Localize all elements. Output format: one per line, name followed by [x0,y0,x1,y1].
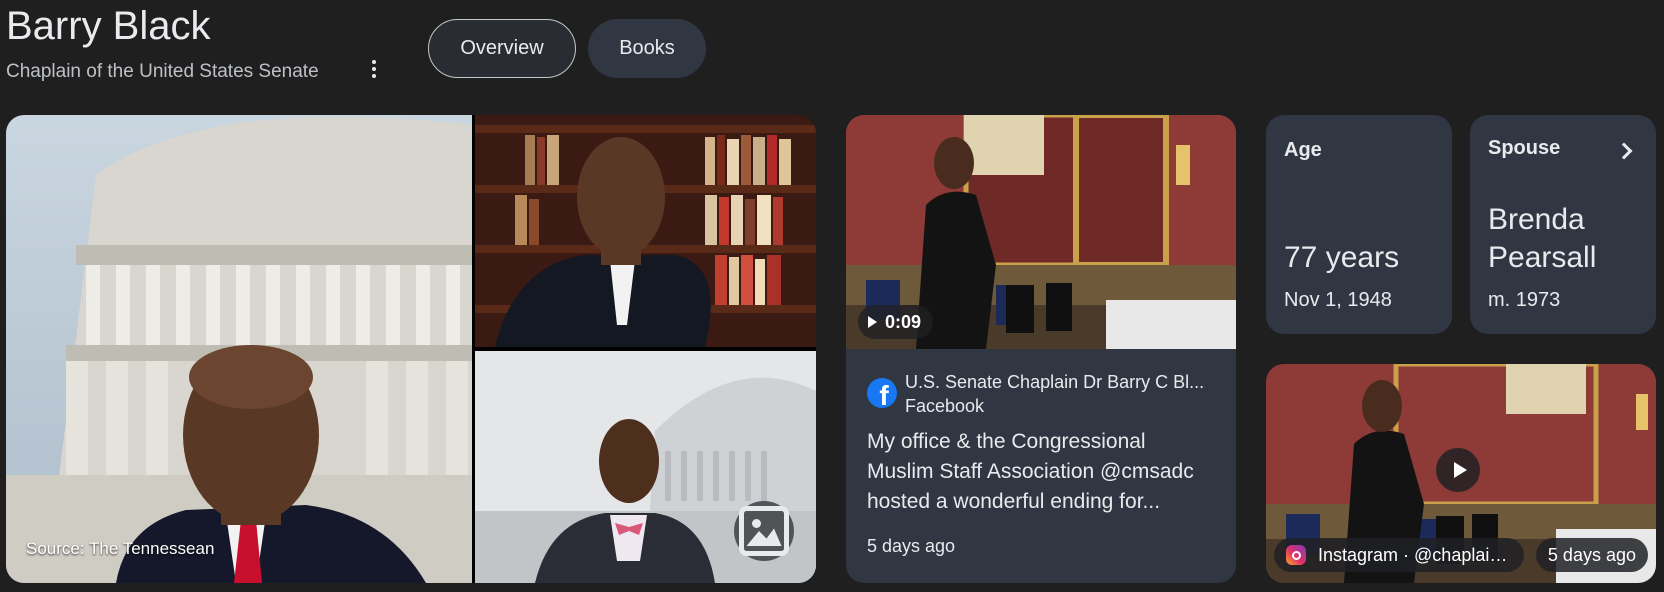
instagram-video-card[interactable]: Instagram · @chaplain... 5 days ago [1266,364,1656,583]
image-collage: Source: The Tennessean [6,115,816,583]
entity-description: Chaplain of the United States Senate [6,61,319,82]
fact-label: Age [1284,139,1322,161]
video-card[interactable]: 0:09 f U.S. Senate Chaplain Dr Barry C B… [846,115,1236,583]
fact-value-line2: Pearsall [1488,241,1597,274]
tab-books[interactable]: Books [588,19,706,78]
fact-value-line1: Brenda [1488,203,1585,236]
facebook-icon: f [867,378,897,408]
fact-value: 77 years [1284,241,1400,274]
play-icon [1453,462,1467,478]
image-icon [739,506,789,556]
instagram-source: Instagram · @chaplain... [1318,544,1514,565]
tab-overview[interactable]: Overview [428,19,576,78]
fact-sub: m. 1973 [1488,289,1561,311]
video-duration-badge: 0:09 [858,305,934,339]
more-options-icon[interactable] [362,56,386,82]
instagram-icon [1286,545,1306,565]
fact-card-age[interactable]: Age 77 years Nov 1, 1948 [1266,115,1452,334]
fact-label: Spouse [1488,137,1561,159]
image-search-button[interactable] [734,501,794,561]
knowledge-panel-header: Barry Black Chaplain of the United State… [0,0,1664,110]
capitol-portrait-photo[interactable] [475,351,816,583]
video-source-site: Facebook [905,396,985,416]
play-icon [868,316,877,328]
chevron-right-icon[interactable] [1615,142,1633,160]
instagram-time-ago: 5 days ago [1535,538,1648,572]
video-duration: 0:09 [885,311,922,332]
fact-card-spouse[interactable]: Spouse Brenda Pearsall m. 1973 [1470,115,1656,334]
fact-sub: Nov 1, 1948 [1284,289,1392,311]
video-description[interactable]: My office & the Congressional Muslim Sta… [867,427,1217,517]
video-time-ago: 5 days ago [867,536,956,556]
video-source-title[interactable]: U.S. Senate Chaplain Dr Barry C Bl... [905,371,1223,393]
entity-title: Barry Black [6,4,211,48]
image-source-label: Source: The Tennessean [26,539,215,558]
instagram-source-pill[interactable]: Instagram · @chaplain... [1274,538,1524,572]
library-photo[interactable] [475,115,816,347]
video-thumbnail[interactable]: 0:09 [846,115,1236,349]
play-button[interactable] [1436,448,1480,492]
main-photo[interactable]: Source: The Tennessean [6,115,472,583]
